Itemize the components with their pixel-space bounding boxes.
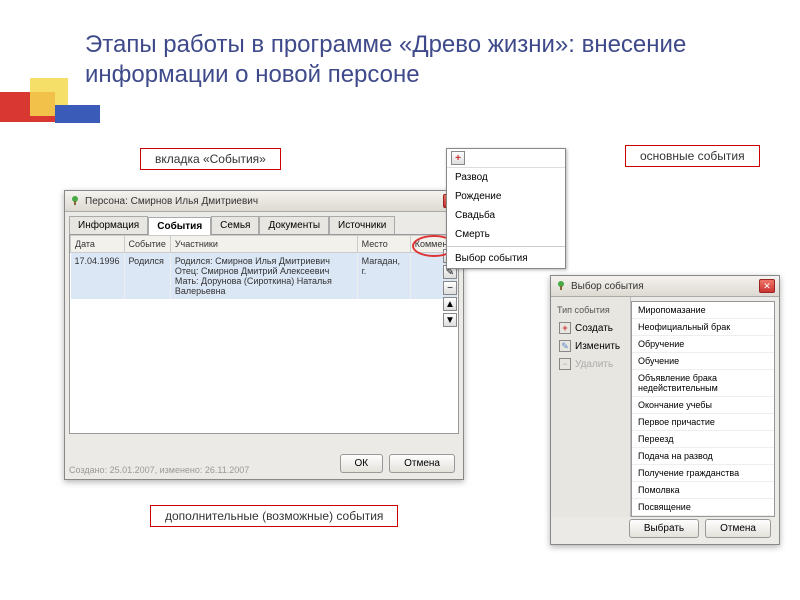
list-item[interactable]: Получение гражданства [632,465,774,482]
dd-item-divorce[interactable]: Развод [447,168,565,187]
col-participants[interactable]: Участники [170,236,357,253]
cell-event: Родился [124,253,170,300]
list-item[interactable]: Посвящение [632,499,774,516]
cancel-button[interactable]: Отмена [705,519,771,538]
create-event-type-button[interactable]: +Создать [555,319,626,337]
event-type-list[interactable]: Миропомазание Неофициальный брак Обручен… [631,301,775,517]
tab-documents[interactable]: Документы [259,216,329,234]
select-button[interactable]: Выбрать [629,519,699,538]
ok-button[interactable]: ОК [340,454,384,473]
edit-event-type-button[interactable]: ✎Изменить [555,337,626,355]
edit-icon: ✎ [559,340,571,352]
tree-icon [555,280,567,292]
status-text: Создано: 25.01.2007, изменено: 26.11.200… [69,465,249,475]
list-item[interactable]: Миропомазание [632,302,774,319]
window-titlebar: Персона: Смирнов Илья Дмитриевич ✕ [65,191,463,212]
col-place[interactable]: Место [357,236,410,253]
separator [447,246,565,247]
list-item[interactable]: Окончание учебы [632,397,774,414]
tab-bar: Информация События Семья Документы Источ… [65,212,463,234]
tab-sources[interactable]: Источники [329,216,395,234]
select-event-window: Выбор события ✕ Тип события +Создать ✎Из… [550,275,780,545]
col-date[interactable]: Дата [71,236,125,253]
list-item[interactable]: Неофициальный брак [632,319,774,336]
dropdown-header: + [447,149,565,168]
deco-blue [55,105,100,123]
callout-additional-events: дополнительные (возможные) события [150,505,398,527]
list-item[interactable]: Обучение [632,353,774,370]
tab-events[interactable]: События [148,217,211,235]
cell-date: 17.04.1996 [71,253,125,300]
list-item[interactable]: Помолвка [632,482,774,499]
list-item[interactable]: Первое причастие [632,414,774,431]
list-item[interactable]: Объявление брака недействительным [632,370,774,397]
tree-icon [69,195,81,207]
type-label: Тип события [557,305,624,315]
up-row-button[interactable]: ▲ [443,297,457,311]
list-item[interactable]: Подача на развод [632,448,774,465]
tab-info[interactable]: Информация [69,216,148,234]
left-panel: Тип события +Создать ✎Изменить −Удалить [551,297,631,517]
window-title-text: Персона: Смирнов Илья Дмитриевич [85,196,258,207]
plus-icon[interactable]: + [451,151,465,165]
tab-family[interactable]: Семья [211,216,259,234]
events-table: Дата Событие Участники Место Коммент. 17… [69,234,459,434]
event-dropdown-menu: + Развод Рождение Свадьба Смерть Выбор с… [446,148,566,269]
delete-event-type-button[interactable]: −Удалить [555,355,626,373]
delete-icon: − [559,358,571,370]
list-item[interactable]: Похороны [632,516,774,517]
callout-main-events: основные события [625,145,760,167]
table-row[interactable]: 17.04.1996 Родился Родился: Смирнов Илья… [71,253,458,300]
cell-participants: Родился: Смирнов Илья Дмитриевич Отец: С… [170,253,357,300]
window-title-text: Выбор события [571,281,644,292]
down-row-button[interactable]: ▼ [443,313,457,327]
dd-item-choose[interactable]: Выбор события [447,249,565,268]
cell-place: Магадан, г. [357,253,410,300]
col-event[interactable]: Событие [124,236,170,253]
list-item[interactable]: Переезд [632,431,774,448]
cancel-button[interactable]: Отмена [389,454,455,473]
list-item[interactable]: Обручение [632,336,774,353]
dd-item-death[interactable]: Смерть [447,225,565,244]
delete-row-button[interactable]: − [443,281,457,295]
dd-item-birth[interactable]: Рождение [447,187,565,206]
page-title: Этапы работы в программе «Древо жизни»: … [85,30,800,90]
close-icon[interactable]: ✕ [759,279,775,293]
dd-item-wedding[interactable]: Свадьба [447,206,565,225]
persona-window: Персона: Смирнов Илья Дмитриевич ✕ Инфор… [64,190,464,480]
plus-icon: + [559,322,571,334]
window-titlebar: Выбор события ✕ [551,276,779,297]
callout-tab-events: вкладка «События» [140,148,281,170]
